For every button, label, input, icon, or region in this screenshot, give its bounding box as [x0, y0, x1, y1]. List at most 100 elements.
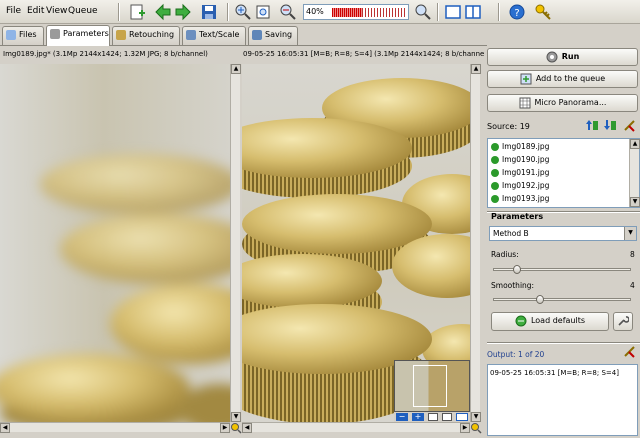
source-label: Source: 19 — [487, 122, 530, 131]
zoom-value: 40% — [306, 7, 324, 16]
menu-queue[interactable]: Queue — [68, 6, 98, 16]
scroll-down-icon[interactable]: ▼ — [630, 197, 640, 207]
result-image-view[interactable]: − + — [242, 64, 470, 422]
source-file-list[interactable]: Img0189.jpg Img0190.jpg Img0191.jpg Img0… — [487, 138, 640, 208]
list-item[interactable]: Img0190.jpg — [491, 155, 549, 164]
coin — [40, 154, 230, 214]
scroll-up-icon[interactable]: ▲ — [231, 64, 241, 74]
zoom-out-icon[interactable] — [279, 3, 297, 21]
clear-output-icon[interactable] — [623, 344, 637, 358]
scroll-up-icon[interactable]: ▲ — [471, 64, 481, 74]
check-icon — [491, 169, 499, 177]
divider — [487, 342, 640, 344]
scroll-down-icon[interactable]: ▼ — [231, 412, 241, 422]
key-icon[interactable] — [534, 3, 552, 21]
file-list-scrollbar[interactable]: ▲ ▼ — [629, 139, 640, 207]
smoothing-slider-thumb[interactable] — [536, 295, 545, 304]
scroll-left-icon[interactable]: ◀ — [242, 423, 252, 433]
tab-bar: Files Parameters Retouching Text/Scale S… — [0, 24, 487, 46]
tab-retouching[interactable]: Retouching — [112, 26, 180, 45]
menu-view[interactable]: View — [46, 6, 67, 16]
smoothing-slider[interactable] — [493, 295, 631, 304]
tab-parameters[interactable]: Parameters — [46, 25, 110, 46]
queue-icon — [520, 73, 532, 84]
radius-value: 8 — [630, 250, 635, 259]
zoom-track — [332, 8, 406, 17]
menu-edit[interactable]: Edit — [27, 6, 44, 16]
chevron-down-icon[interactable]: ▼ — [624, 227, 636, 240]
scroll-down-icon[interactable]: ▼ — [471, 412, 481, 422]
file-name: Img0192.jpg — [502, 181, 550, 190]
sort-down-icon[interactable] — [603, 118, 617, 132]
clear-list-icon[interactable] — [623, 118, 637, 132]
load-defaults-label: Load defaults — [530, 316, 586, 325]
load-defaults-button[interactable]: Load defaults — [491, 312, 609, 331]
list-item[interactable]: Img0191.jpg — [491, 168, 549, 177]
radius-slider[interactable] — [493, 265, 631, 274]
scroll-left-icon[interactable]: ◀ — [0, 423, 10, 433]
left-pane-header: Img0189.jpg* (3.1Mp 2144x1424; 1.32M JPG… — [3, 50, 208, 58]
zoom-fill — [332, 8, 362, 17]
back-arrow-icon[interactable] — [154, 3, 172, 21]
toolbar-separator — [437, 3, 439, 21]
micro-panorama-button[interactable]: Micro Panorama... — [487, 94, 638, 112]
wrench-icon — [618, 316, 630, 326]
split-view-icon[interactable] — [464, 3, 482, 21]
right-horizontal-scrollbar[interactable]: ◀ ▶ — [242, 422, 470, 433]
tab-text-scale[interactable]: Text/Scale — [182, 26, 246, 45]
nav-page-icon[interactable] — [428, 413, 438, 421]
fit-window-icon[interactable] — [254, 3, 272, 21]
menubar: File Edit View Queue 40% ? — [0, 0, 640, 24]
zoom-slider[interactable]: 40% — [303, 4, 409, 20]
toolbar-separator — [227, 3, 229, 21]
nav-zoom-in-icon[interactable]: + — [412, 413, 424, 421]
forward-arrow-icon[interactable] — [174, 3, 192, 21]
check-icon — [491, 156, 499, 164]
output-list[interactable]: 09-05-25 16:05:31 [M=B; R=8; S=4] — [487, 364, 638, 436]
zoom-in-icon[interactable] — [234, 3, 252, 21]
output-item[interactable]: 09-05-25 16:05:31 [M=B; R=8; S=4] — [490, 369, 619, 377]
run-button[interactable]: Run — [487, 48, 638, 66]
check-icon — [491, 143, 499, 151]
sort-up-icon[interactable] — [585, 118, 599, 132]
tab-saving[interactable]: Saving — [248, 26, 298, 45]
defaults-icon — [515, 315, 527, 326]
corner-zoom-icon[interactable] — [230, 422, 242, 434]
zoom-tool-icon[interactable] — [414, 3, 432, 21]
corner-zoom-icon[interactable] — [470, 422, 482, 434]
left-vertical-scrollbar[interactable]: ▲ ▼ — [230, 64, 241, 422]
scroll-right-icon[interactable]: ▶ — [460, 423, 470, 433]
single-view-icon[interactable] — [444, 3, 462, 21]
left-horizontal-scrollbar[interactable]: ◀ ▶ — [0, 422, 230, 433]
navigator-viewport[interactable] — [413, 365, 447, 407]
new-icon[interactable] — [128, 3, 146, 21]
file-name: Img0189.jpg — [502, 142, 550, 151]
run-gear-icon — [546, 51, 558, 62]
list-item[interactable]: Img0193.jpg — [491, 194, 549, 203]
scroll-right-icon[interactable]: ▶ — [220, 423, 230, 433]
tools-button[interactable] — [613, 312, 633, 331]
list-item[interactable]: Img0189.jpg — [491, 142, 549, 151]
file-name: Img0193.jpg — [502, 194, 550, 203]
nav-fit-icon[interactable] — [456, 413, 468, 421]
scroll-up-icon[interactable]: ▲ — [630, 139, 640, 149]
source-image-view[interactable] — [0, 64, 230, 422]
method-select[interactable]: Method B ▼ — [489, 226, 637, 241]
right-vertical-scrollbar[interactable]: ▲ ▼ — [470, 64, 481, 422]
panorama-grid-icon — [519, 97, 531, 108]
navigator-thumbnail[interactable] — [394, 360, 470, 412]
add-to-queue-button[interactable]: Add to the queue — [487, 70, 638, 88]
tab-files[interactable]: Files — [2, 26, 44, 45]
queue-label: Add to the queue — [535, 74, 606, 83]
nav-page-icon[interactable] — [442, 413, 452, 421]
radius-slider-thumb[interactable] — [513, 265, 522, 274]
method-value: Method B — [493, 229, 529, 238]
file-name: Img0190.jpg — [502, 155, 550, 164]
save-icon[interactable] — [200, 3, 218, 21]
list-item[interactable]: Img0192.jpg — [491, 181, 549, 190]
files-icon — [6, 30, 16, 40]
nav-zoom-out-icon[interactable]: − — [396, 413, 408, 421]
help-icon[interactable]: ? — [508, 3, 526, 21]
menu-file[interactable]: File — [6, 6, 21, 16]
text-scale-icon — [186, 30, 196, 40]
